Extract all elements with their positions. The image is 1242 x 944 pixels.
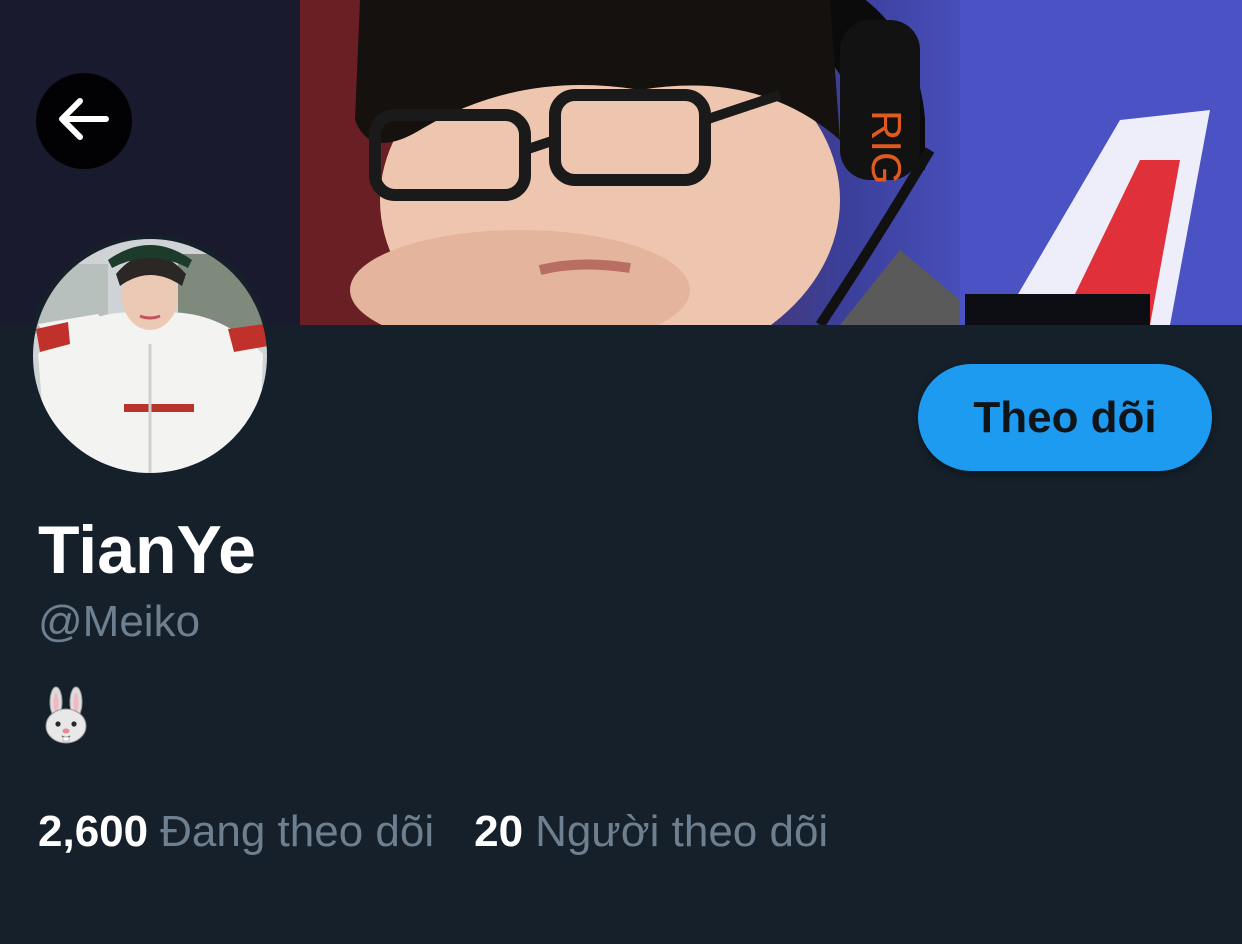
profile-handle: @Meiko bbox=[38, 597, 201, 646]
follow-button[interactable]: Theo dõi bbox=[918, 364, 1212, 471]
followers-stat[interactable]: 20 Người theo dõi bbox=[474, 804, 828, 860]
following-label: Đang theo dõi bbox=[160, 807, 435, 856]
svg-text:RIG: RIG bbox=[863, 110, 910, 185]
back-button[interactable] bbox=[36, 73, 132, 169]
rabbit-face-icon bbox=[38, 686, 94, 750]
following-stat[interactable]: 2,600 Đang theo dõi bbox=[38, 804, 434, 860]
profile-display-name: TianYe bbox=[38, 512, 256, 588]
avatar-photo bbox=[28, 234, 272, 478]
profile-bio bbox=[38, 686, 94, 746]
following-count: 2,600 bbox=[38, 807, 149, 856]
followers-label: Người theo dõi bbox=[535, 807, 829, 856]
profile-stats: 2,600 Đang theo dõi 20 Người theo dõi bbox=[38, 804, 828, 860]
arrow-left-icon bbox=[58, 97, 110, 146]
followers-count: 20 bbox=[474, 807, 524, 856]
profile-avatar[interactable] bbox=[28, 234, 272, 478]
